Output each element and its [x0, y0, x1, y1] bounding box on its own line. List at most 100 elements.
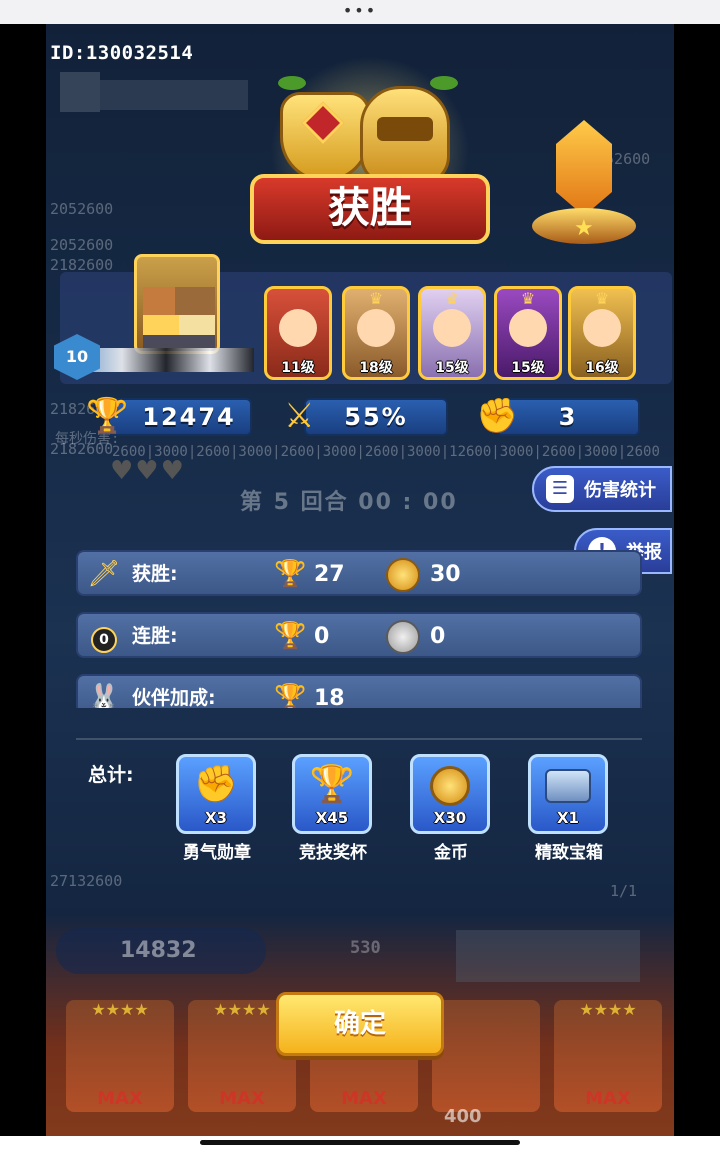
reward-count: X3: [204, 809, 227, 827]
reward-label: 获胜:: [132, 563, 178, 585]
reward-name: 勇气勋章: [183, 843, 251, 863]
streak-badge: 0: [91, 627, 117, 653]
trophy-reward: 27: [314, 562, 345, 587]
hero-level: 18级: [359, 360, 393, 376]
leaf-decoration: [430, 76, 458, 90]
avatar[interactable]: [134, 254, 220, 354]
bg-cost: 400: [444, 1106, 482, 1127]
hero-card[interactable]: ♛ 15级: [418, 286, 486, 380]
reward-name: 金币: [434, 843, 468, 863]
damage-stats-button[interactable]: ☰ 伤害统计: [532, 466, 672, 512]
confirm-button[interactable]: 确定: [276, 992, 444, 1056]
damage-stats-label: 伤害统计: [584, 480, 656, 501]
bottom-hero-card: ★★★★ MAX: [554, 1000, 662, 1112]
win-rate-value: 55%: [344, 403, 408, 431]
reward-list[interactable]: 🗡 获胜: 🏆 27 30 0 连胜: 🏆 0 0 🐰 伙伴加成: 🏆 18: [76, 548, 646, 708]
more-icon[interactable]: •••: [0, 1, 720, 20]
hero-portrait: [433, 309, 471, 347]
crown-icon: ♛: [444, 289, 460, 308]
player-name-censored: [78, 348, 254, 372]
medal-icon: ✊: [193, 764, 239, 805]
trophy-icon: 🏆: [274, 683, 307, 708]
hero-level: 15级: [435, 360, 469, 376]
player-id: ID:130032514: [50, 42, 194, 64]
trophy-icon: 🏆: [274, 559, 307, 589]
bg-page-indicator: 1/1: [610, 882, 638, 900]
coin-icon: [413, 763, 487, 807]
bg-damage-row: 2600|3000|2600|3000|2600|3000|2600|3000|…: [112, 444, 660, 460]
divider: [76, 738, 642, 740]
censor-block: [100, 80, 248, 110]
reward-name: 精致宝箱: [535, 843, 603, 863]
hero-level: 16级: [585, 360, 619, 376]
hero-portrait: [509, 309, 547, 347]
total-reward-coin[interactable]: X30 金币: [410, 754, 492, 863]
bg-damage-number: 2052600: [50, 200, 114, 218]
coin-icon: [386, 558, 420, 592]
coin-reward: 0: [430, 624, 446, 649]
max-label: MAX: [97, 1088, 143, 1109]
trophy-reward: 18: [314, 686, 345, 708]
streak-sword-icon: 0: [86, 618, 122, 654]
star-icon: ★★★★: [91, 1000, 149, 1019]
rank-crystal-icon: ★: [532, 120, 636, 250]
star-icon: ★★★★: [579, 1000, 637, 1019]
reward-label: 伙伴加成:: [132, 687, 216, 708]
list-item: 🐰 伙伴加成: 🏆 18: [76, 674, 642, 708]
total-reward-chest[interactable]: X1 精致宝箱: [528, 754, 610, 863]
crown-icon: ♛: [594, 289, 610, 308]
player-level: 10: [65, 347, 89, 366]
knight-helmet-icon: [360, 86, 450, 186]
hero-level: 11级: [281, 360, 315, 376]
bg-damage-number: 2052600: [50, 236, 114, 254]
medal-icon: ✊: [476, 396, 519, 436]
hero-card[interactable]: ♛ 18级: [342, 286, 410, 380]
trophy-icon: 🏆: [309, 764, 355, 805]
max-label: MAX: [585, 1088, 631, 1109]
hero-card[interactable]: ♛ 15级: [494, 286, 562, 380]
hero-portrait: [583, 309, 621, 347]
chest-icon: [531, 763, 605, 807]
reward-count: X45: [315, 809, 349, 827]
crown-icon: ♛: [368, 289, 384, 308]
coin-icon: [386, 620, 420, 654]
hearts-icon: ♥♥♥: [110, 456, 186, 486]
total-reward-trophy[interactable]: 🏆 X45 竞技奖杯: [292, 754, 374, 863]
hero-level: 15级: [511, 360, 545, 376]
list-item: 0 连胜: 🏆 0 0: [76, 612, 642, 658]
reward-count: X1: [556, 809, 579, 827]
hero-card[interactable]: 11级: [264, 286, 332, 380]
victory-title: 获胜: [327, 183, 412, 232]
max-label: MAX: [341, 1088, 387, 1109]
hero-portrait: [357, 309, 395, 347]
censor-block: [60, 72, 100, 112]
coin-reward: 30: [430, 562, 461, 587]
trophy-count: 12474: [142, 403, 236, 431]
total-label: 总计:: [88, 764, 134, 786]
trophy-stat: 12474: [108, 398, 252, 436]
total-reward-medal[interactable]: ✊ X3 勇气勋章: [176, 754, 258, 863]
reward-name: 竞技奖杯: [299, 843, 367, 863]
home-indicator[interactable]: [200, 1140, 520, 1145]
victory-banner: 获胜: [250, 174, 490, 244]
list-item: 🗡 获胜: 🏆 27 30: [76, 550, 642, 596]
medal-count: 3: [558, 403, 578, 431]
reward-count: X30: [433, 809, 467, 827]
censor-block: [456, 930, 640, 982]
bg-small-value: 530: [350, 938, 381, 958]
rabbit-icon: 🐰: [87, 683, 121, 708]
crown-icon: ♛: [520, 289, 536, 308]
hero-card[interactable]: ♛ 16级: [568, 286, 636, 380]
victory-emblem: 获胜: [250, 56, 490, 256]
sword-icon: 🗡: [87, 559, 121, 589]
bg-coin-total: 14832: [120, 938, 197, 963]
system-top-bar: •••: [0, 0, 720, 24]
bottom-hero-card: ★★★★ MAX: [66, 1000, 174, 1112]
leaf-decoration: [278, 76, 306, 90]
trophy-icon: 🏆: [86, 396, 129, 436]
bottom-hero-card: [432, 1000, 540, 1112]
win-rate-stat: 55%: [304, 398, 448, 436]
trophy-reward: 0: [314, 624, 330, 649]
round-timer: 第 5 回合 00 : 00: [240, 490, 458, 515]
hero-portrait: [279, 309, 317, 347]
